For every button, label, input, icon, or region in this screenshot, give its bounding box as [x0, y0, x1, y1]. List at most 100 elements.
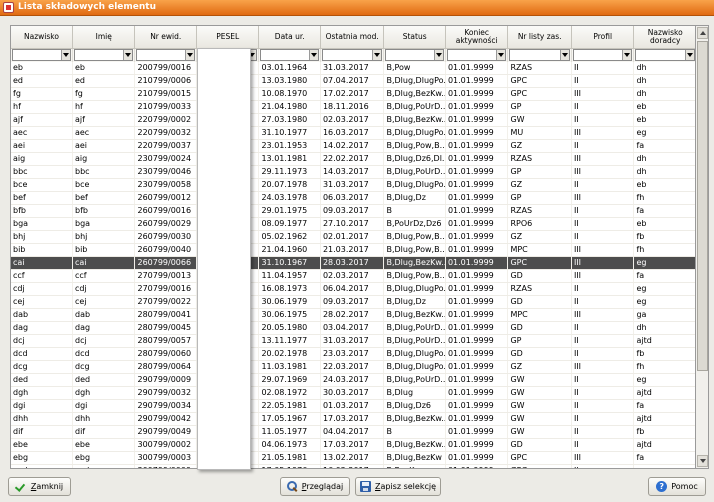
- table-row[interactable]: bhj bhj 260799/0030 05.02.1962 02.01.2017 B,D…: [11, 230, 695, 245]
- browse-button-label: Przeglądaj: [301, 482, 344, 491]
- dropdown-arrow-icon[interactable]: [372, 50, 382, 61]
- scroll-thumb[interactable]: [697, 41, 708, 371]
- column-filter-dropdown[interactable]: [260, 49, 319, 62]
- browse-button[interactable]: Przeglądaj: [280, 477, 350, 496]
- column-header[interactable]: Nr listy zas.: [507, 26, 572, 49]
- table-row[interactable]: cdj cdj 270799/0016 16.08.1973 06.04.2017 B,D…: [11, 282, 695, 297]
- table-row[interactable]: bfb bfb 260799/0016 29.01.1975 09.03.2017 B 01…: [11, 204, 695, 219]
- table-cell: 11.03.1981: [258, 360, 321, 375]
- table-row[interactable]: dcj dcj 280799/0057 13.11.1977 31.03.2017 B,D…: [11, 334, 695, 349]
- table-row[interactable]: dhh dhh 290799/0042 17.05.1967 17.03.2017 B,D…: [11, 412, 695, 427]
- table-cell: 220799/0032: [134, 126, 197, 141]
- table-cell: ajf: [11, 113, 73, 128]
- column-header[interactable]: Nazwisko doradcy: [633, 26, 695, 49]
- dropdown-arrow-icon[interactable]: [496, 50, 506, 61]
- table-cell: 17.02.2017: [320, 87, 385, 102]
- table-row[interactable]: ed ed 210799/0006 13.03.1980 07.04.2017 B,Dlu…: [11, 74, 695, 89]
- column-header[interactable]: Nr ewid.: [134, 26, 197, 49]
- table-row[interactable]: hf hf 210799/0033 21.04.1980 18.11.2016 B,Dlu…: [11, 100, 695, 115]
- table-cell: II: [571, 282, 635, 297]
- table-cell: 21.04.1980: [258, 100, 321, 115]
- dropdown-arrow-icon[interactable]: [123, 50, 133, 61]
- table-row[interactable]: ebg ebg 300799/0003 21.05.1981 13.02.2017 B,D…: [11, 451, 695, 466]
- table-cell: II: [571, 464, 635, 468]
- table-row[interactable]: dag dag 280799/0045 20.05.1980 03.04.2017 B,D…: [11, 321, 695, 336]
- table-row[interactable]: bib bib 260799/0040 21.04.1960 21.03.2017 B,D…: [11, 243, 695, 258]
- table-cell: 01.01.9999: [445, 100, 509, 115]
- table-cell: II: [571, 386, 635, 401]
- table-row[interactable]: aig aig 230799/0024 13.01.1981 22.02.2017 B,D…: [11, 152, 695, 167]
- column-filter-dropdown[interactable]: [572, 49, 633, 62]
- table-cell: GZ: [507, 360, 572, 375]
- dropdown-arrow-icon[interactable]: [559, 50, 569, 61]
- table-row[interactable]: bbc bbc 230799/0046 29.11.1973 14.03.2017 B,D…: [11, 165, 695, 180]
- dropdown-arrow-icon[interactable]: [308, 50, 318, 61]
- table-row[interactable]: aei aei 220799/0037 23.01.1953 14.02.2017 B,D…: [11, 139, 695, 154]
- table-cell: 210799/0006: [134, 74, 197, 89]
- table-cell: 230799/0046: [134, 165, 197, 180]
- close-button-label: Zamknij: [30, 482, 64, 491]
- table-row[interactable]: bga bga 260799/0029 08.09.1977 27.10.2017 B,P…: [11, 217, 695, 232]
- column-header[interactable]: Profil: [571, 26, 635, 49]
- table-row[interactable]: eb eb 200799/0016 03.01.1964 31.03.2017 B,Pow…: [11, 62, 695, 76]
- table-cell: 270799/0013: [134, 269, 197, 284]
- table-row[interactable]: dgh dgh 290799/0032 02.08.1972 30.03.2017 B,D…: [11, 386, 695, 401]
- column-header[interactable]: Status: [383, 26, 446, 49]
- table-cell: 280799/0057: [134, 334, 197, 349]
- column-header[interactable]: Data ur.: [258, 26, 321, 49]
- dropdown-arrow-icon[interactable]: [184, 50, 194, 61]
- dropdown-arrow-icon[interactable]: [60, 50, 70, 61]
- table-cell: dcg: [11, 360, 73, 375]
- column-filter-dropdown[interactable]: [73, 49, 134, 62]
- column-filter-dropdown[interactable]: [385, 49, 444, 62]
- column-filter-dropdown[interactable]: [12, 49, 71, 62]
- table-row[interactable]: dcd dcd 280799/0060 20.02.1978 23.03.2017 B,D…: [11, 347, 695, 362]
- table-row[interactable]: ccf ccf 270799/0013 11.04.1957 02.03.2017 B,D…: [11, 269, 695, 284]
- table-cell: fb: [633, 347, 695, 362]
- table-row[interactable]: ajf ajf 220799/0002 27.03.1980 02.03.2017 B,D…: [11, 113, 695, 128]
- save-selection-button[interactable]: Zapisz selekcję: [355, 477, 441, 496]
- table-cell: 22.03.2017: [320, 360, 385, 375]
- help-button[interactable]: ? Pomoc: [648, 477, 706, 496]
- table-cell: B,Dlug,Pow,B...: [383, 230, 446, 245]
- column-filter-dropdown[interactable]: [321, 49, 383, 62]
- dropdown-arrow-icon[interactable]: [685, 50, 694, 61]
- table-row[interactable]: cej cej 270799/0022 30.06.1979 09.03.2017 B,D…: [11, 295, 695, 310]
- column-filter-dropdown[interactable]: [446, 49, 507, 62]
- table-row[interactable]: ded ded 290799/0009 29.07.1969 24.03.2017 B,D…: [11, 373, 695, 388]
- table-row[interactable]: dab dab 280799/0041 30.06.1975 28.02.2017 B,D…: [11, 308, 695, 323]
- column-filter-dropdown[interactable]: [136, 49, 195, 62]
- scroll-up-arrow-icon[interactable]: [697, 27, 708, 39]
- table-cell: 210799/0033: [134, 100, 197, 115]
- close-button[interactable]: Zamknij: [8, 477, 71, 496]
- vertical-scrollbar[interactable]: [696, 25, 709, 469]
- table-row[interactable]: dgi dgi 290799/0034 22.05.1981 01.03.2017 B,D…: [11, 399, 695, 414]
- table-cell: B,Dlug,BezKw: [383, 451, 446, 466]
- table-row[interactable]: fg fg 210799/0015 10.08.1970 17.02.2017 B,Dlu…: [11, 87, 695, 102]
- table-row[interactable]: aec aec 220799/0032 31.10.1977 16.03.2017 B,D…: [11, 126, 695, 141]
- table-cell: 01.01.9999: [445, 412, 509, 427]
- table-cell: dcg: [72, 360, 136, 375]
- column-filter-dropdown[interactable]: [509, 49, 570, 62]
- table-row[interactable]: bef bef 260799/0012 24.03.1978 06.03.2017 B,D…: [11, 191, 695, 206]
- table-row[interactable]: dcg dcg 280799/0064 11.03.1981 22.03.2017 B,D…: [11, 360, 695, 375]
- table-row[interactable]: cai cai 260799/0066 31.10.1967 28.03.2017 B,D…: [11, 256, 695, 271]
- table-cell: 16.08.1973: [258, 282, 321, 297]
- dropdown-arrow-icon[interactable]: [433, 50, 443, 61]
- column-filter-dropdown[interactable]: [635, 49, 695, 62]
- dropdown-arrow-icon[interactable]: [622, 50, 632, 61]
- table-cell: 11.05.1977: [258, 425, 321, 440]
- column-header[interactable]: PESEL: [196, 26, 260, 49]
- scroll-down-arrow-icon[interactable]: [697, 455, 708, 467]
- table-cell: 01.01.9999: [445, 451, 509, 466]
- column-header[interactable]: Imię: [72, 26, 136, 49]
- column-header[interactable]: Nazwisko: [11, 26, 73, 49]
- column-header[interactable]: Ostatnia mod.: [320, 26, 385, 49]
- table-cell: 01.01.9999: [445, 256, 509, 271]
- table-row[interactable]: dif dif 290799/0049 11.05.1977 04.04.2017 B 01…: [11, 425, 695, 440]
- table-row[interactable]: bce bce 230799/0058 20.07.1978 31.03.2017 B,D…: [11, 178, 695, 193]
- column-header[interactable]: Koniec aktywności: [445, 26, 509, 49]
- table-cell: II: [571, 412, 635, 427]
- table-row[interactable]: ebe ebe 300799/0002 04.06.1973 17.03.2017 B,D…: [11, 438, 695, 453]
- table-row[interactable]: ecdecd300799/000917.05.197616.02.2017B,B…: [11, 464, 695, 468]
